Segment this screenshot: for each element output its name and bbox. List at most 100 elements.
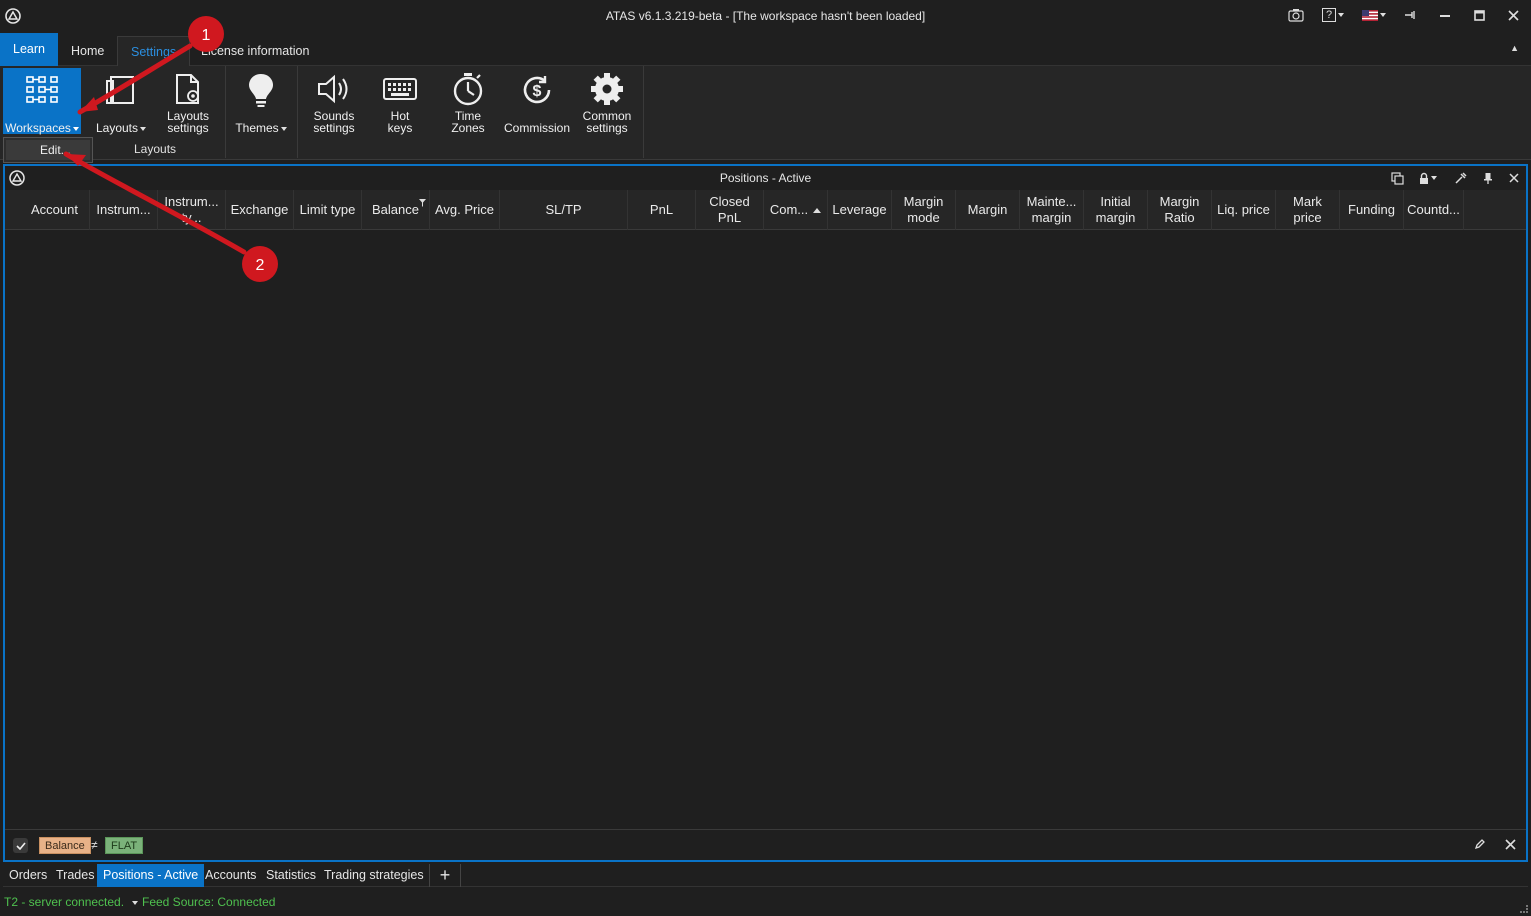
balance-header-label: Balance: [372, 202, 419, 217]
chevron-down-icon: [72, 126, 79, 131]
filter-field-chip[interactable]: Balance: [39, 837, 91, 854]
close-icon[interactable]: [1505, 5, 1521, 25]
column-header-instrument-type[interactable]: Instrum... ty...: [158, 190, 226, 230]
title-bar: ATAS v6.1.3.219-beta - [The workspace ha…: [0, 0, 1531, 33]
column-header-mark-price[interactable]: Mark price: [1276, 190, 1340, 230]
column-header-limit-type[interactable]: Limit type: [294, 190, 362, 230]
close-panel-icon[interactable]: [1506, 170, 1522, 186]
panel-header: Positions - Active: [5, 166, 1526, 190]
time-zones-label: Time Zones: [451, 109, 485, 135]
lock-dropdown[interactable]: [1414, 170, 1442, 186]
filter-bar: Balance ≠ FLAT: [5, 829, 1526, 860]
maximize-icon[interactable]: [1471, 5, 1487, 25]
column-header-funding[interactable]: Funding: [1340, 190, 1404, 230]
speaker-icon: [314, 70, 354, 108]
group-separator: [225, 66, 226, 158]
layouts-icon: [101, 70, 141, 110]
commission-label: Commission: [503, 121, 570, 135]
clear-filter-icon[interactable]: [1505, 838, 1516, 853]
column-header-avg-price[interactable]: Avg. Price: [430, 190, 500, 230]
pin-icon[interactable]: [1480, 170, 1496, 186]
pin-icon[interactable]: [1402, 5, 1418, 25]
column-header-margin-mode[interactable]: Margin mode: [892, 190, 956, 230]
server-status-text: T2 - server connected.: [4, 895, 125, 909]
gear-icon: [587, 70, 627, 108]
hot-keys-label: Hot keys: [387, 109, 413, 135]
themes-button[interactable]: Themes: [232, 68, 290, 134]
help-dropdown[interactable]: ?: [1320, 5, 1346, 25]
column-header-commission[interactable]: Com...: [764, 190, 828, 230]
positions-panel: Positions - Active Account Instrum... In…: [3, 164, 1528, 862]
filter-icon: [419, 199, 426, 207]
positions-grid-body[interactable]: [5, 230, 1526, 827]
layouts-settings-button[interactable]: Layouts settings: [160, 68, 216, 134]
detach-window-icon[interactable]: [1389, 170, 1405, 186]
chevron-down-icon: [1431, 176, 1437, 180]
positions-grid-header: Account Instrum... Instrum... ty... Exch…: [5, 190, 1526, 230]
edit-filter-icon[interactable]: [1474, 838, 1486, 853]
tab-positions-active[interactable]: Positions - Active: [97, 864, 205, 887]
tab-settings[interactable]: Settings: [117, 36, 191, 66]
resize-grip-icon[interactable]: [1520, 905, 1528, 913]
column-header-sl-tp[interactable]: SL/TP: [500, 190, 628, 230]
workspaces-button[interactable]: Workspaces: [3, 68, 81, 134]
filter-operator[interactable]: ≠: [91, 838, 98, 852]
workspaces-icon: [22, 70, 62, 110]
tab-learn[interactable]: Learn: [0, 33, 58, 66]
commission-button[interactable]: $ Commission: [501, 68, 573, 134]
tab-orders[interactable]: Orders: [3, 864, 53, 887]
column-header-closed-pnl[interactable]: Closed PnL: [696, 190, 764, 230]
filter-enabled-checkbox[interactable]: [13, 838, 28, 853]
tab-trading-strategies[interactable]: Trading strategies: [318, 864, 430, 887]
feed-status-text: Feed Source: Connected: [142, 895, 276, 909]
sounds-settings-label: Sounds settings: [313, 109, 355, 135]
lock-icon: [1420, 172, 1428, 184]
tab-home[interactable]: Home: [58, 36, 117, 66]
sounds-settings-button[interactable]: Sounds settings: [306, 68, 362, 134]
chevron-down-icon: [140, 126, 147, 131]
layouts-settings-icon: [168, 70, 208, 108]
layouts-settings-label: Layouts settings: [166, 109, 210, 135]
stopwatch-icon: [448, 70, 488, 108]
ribbon-panel: Workspaces Layouts Layouts settings Layo…: [0, 66, 1531, 160]
group-separator: [297, 66, 298, 158]
column-header-account[interactable]: Account: [20, 190, 90, 230]
column-header-margin[interactable]: Margin: [956, 190, 1020, 230]
tab-accounts[interactable]: Accounts: [199, 864, 262, 887]
check-icon: [15, 841, 26, 850]
add-tab-button[interactable]: +: [429, 864, 461, 887]
minimize-icon[interactable]: [1437, 5, 1453, 25]
tab-license-information[interactable]: License information: [188, 36, 322, 66]
column-header-initial-margin[interactable]: Initial margin: [1084, 190, 1148, 230]
tab-trades[interactable]: Trades: [50, 864, 100, 887]
settings-tools-icon[interactable]: [1452, 170, 1468, 186]
time-zones-button[interactable]: Time Zones: [442, 68, 494, 134]
column-header-leverage[interactable]: Leverage: [828, 190, 892, 230]
chevron-down-icon: [1380, 13, 1386, 17]
tab-statistics[interactable]: Statistics: [260, 864, 322, 887]
column-header-instrument[interactable]: Instrum...: [90, 190, 158, 230]
layouts-label: Layouts: [95, 121, 139, 135]
column-header-liq-price[interactable]: Liq. price: [1212, 190, 1276, 230]
layouts-button[interactable]: Layouts: [90, 68, 152, 134]
themes-label: Themes: [235, 121, 279, 135]
column-header-exchange[interactable]: Exchange: [226, 190, 294, 230]
menu-item-edit[interactable]: Edit...: [6, 140, 90, 160]
hot-keys-button[interactable]: Hot keys: [376, 68, 424, 134]
chevron-down-icon: [280, 126, 287, 131]
column-header-maintenance-margin[interactable]: Mainte... margin: [1020, 190, 1084, 230]
camera-icon[interactable]: [1287, 5, 1305, 25]
keyboard-icon: [380, 70, 420, 108]
svg-text:$: $: [533, 83, 542, 100]
common-settings-label: Common settings: [582, 109, 632, 135]
server-status[interactable]: T2 - server connected.: [4, 895, 139, 909]
collapse-ribbon-icon[interactable]: ▲: [1510, 43, 1519, 53]
column-header-countdown[interactable]: Countd...: [1404, 190, 1464, 230]
column-header-pnl[interactable]: PnL: [628, 190, 696, 230]
common-settings-button[interactable]: Common settings: [579, 68, 635, 134]
help-icon: ?: [1322, 8, 1336, 22]
language-dropdown[interactable]: [1359, 5, 1389, 25]
column-header-balance[interactable]: Balance: [362, 190, 430, 230]
column-header-margin-ratio[interactable]: Margin Ratio: [1148, 190, 1212, 230]
filter-value-chip[interactable]: FLAT: [105, 837, 144, 854]
